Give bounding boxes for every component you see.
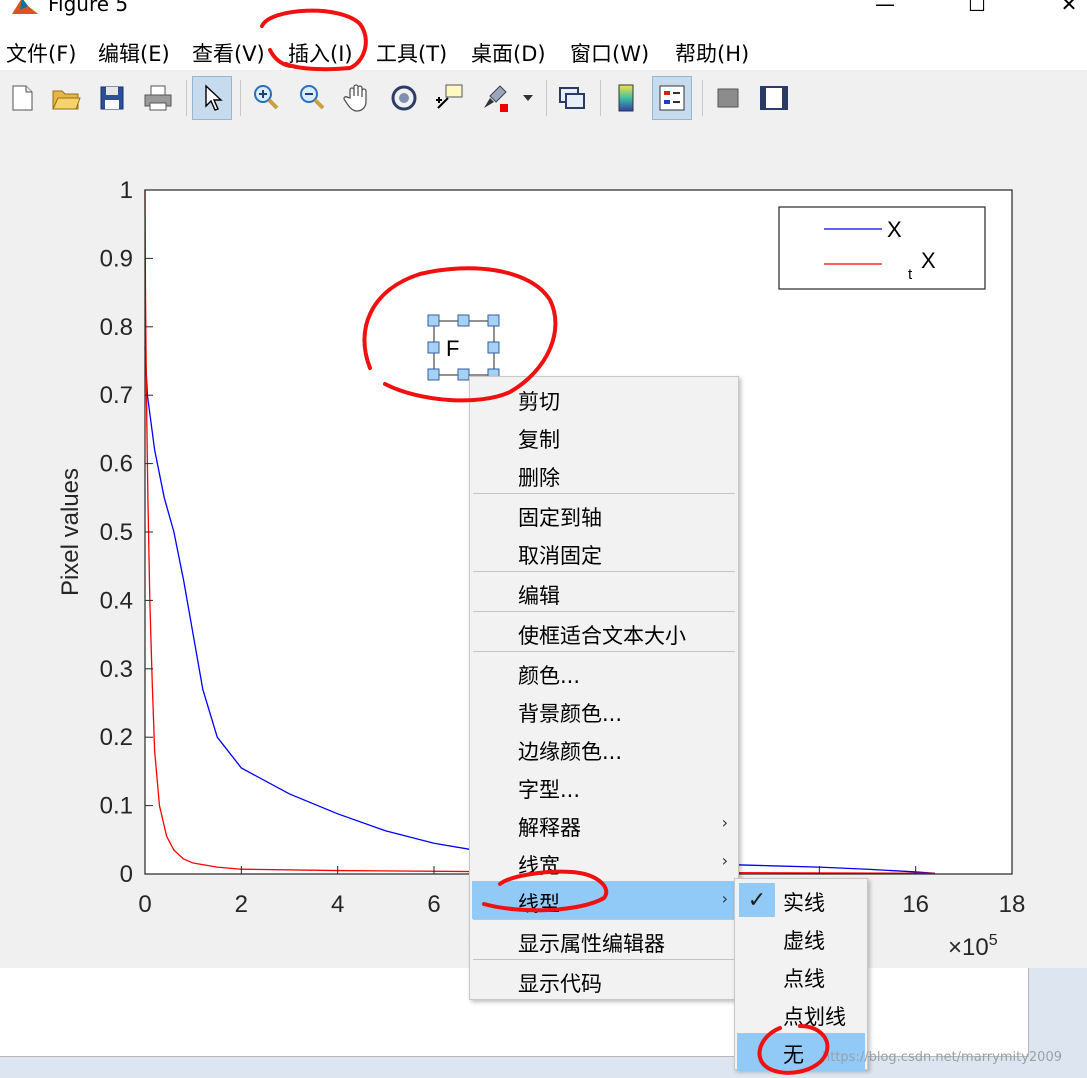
menu-item-interpreter[interactable]: 解释器 ›: [472, 805, 736, 843]
y-tick-label: 0.2: [100, 724, 133, 751]
menu-item-label: 取消固定: [518, 544, 602, 568]
x-tick-label: 18: [999, 891, 1026, 918]
y-tick-label: 0.6: [100, 451, 133, 478]
menu-item-label: 使框适合文本大小: [518, 624, 686, 648]
x-tick-label: 16: [902, 891, 929, 918]
menu-item-edge-color[interactable]: 边缘颜色...: [472, 729, 736, 767]
y-tick-label: 0: [120, 861, 133, 888]
submenu-item-label: 点线: [783, 967, 825, 991]
menu-item-edit[interactable]: 编辑: [472, 573, 736, 611]
legend[interactable]: X t X: [778, 206, 986, 290]
menu-item-label: 线型: [518, 892, 560, 916]
menu-item-label: 颜色...: [518, 664, 581, 688]
context-menu: 剪切 复制 删除 固定到轴 取消固定 编辑 使框适合文本大小 颜色... 背景颜…: [469, 376, 739, 1000]
menu-item-label: 字型...: [518, 778, 581, 802]
menu-item-unpin[interactable]: 取消固定: [472, 533, 736, 571]
handle-bottom-left[interactable]: [427, 368, 440, 381]
x-tick-label: 2: [235, 891, 248, 918]
menu-separator: [473, 959, 735, 960]
y-tick-label: 0.3: [100, 656, 133, 683]
menu-item-cut[interactable]: 剪切: [472, 379, 736, 417]
submenu-arrow-icon: ›: [721, 889, 728, 908]
menu-separator: [473, 571, 735, 572]
y-tick-label: 0.4: [100, 587, 133, 614]
menu-item-label: 边缘颜色...: [518, 740, 623, 764]
menu-item-show-code[interactable]: 显示代码: [472, 961, 736, 999]
submenu-item-label: 实线: [783, 891, 825, 915]
y-tick-label: 0.5: [100, 519, 133, 546]
menu-item-fit-box-to-text[interactable]: 使框适合文本大小: [472, 613, 736, 651]
handle-right[interactable]: [487, 341, 500, 354]
handle-top[interactable]: [457, 314, 470, 327]
menu-separator: [473, 611, 735, 612]
x-axis-multiplier-exponent: 5: [989, 932, 998, 949]
menu-item-font[interactable]: 字型...: [472, 767, 736, 805]
menu-item-label: 解释器: [518, 816, 581, 840]
menu-item-label: 剪切: [518, 390, 560, 414]
menu-item-pin-to-axes[interactable]: 固定到轴: [472, 495, 736, 533]
legend-box[interactable]: [778, 206, 986, 290]
menu-item-label: 删除: [518, 466, 560, 490]
menu-item-line-style[interactable]: 线型 ›: [472, 881, 736, 919]
menu-separator: [473, 493, 735, 494]
menu-item-label: 复制: [518, 428, 560, 452]
submenu-item-solid[interactable]: ✓ 实线: [737, 881, 865, 919]
submenu-item-label: 虚线: [783, 929, 825, 953]
handle-top-left[interactable]: [427, 314, 440, 327]
submenu-item-dotted[interactable]: 点线: [737, 957, 865, 995]
y-tick-label: 0.8: [100, 314, 133, 341]
y-tick-label: 0.9: [100, 245, 133, 272]
y-tick-label: 0.7: [100, 382, 133, 409]
menu-item-label: 固定到轴: [518, 506, 602, 530]
menu-separator: [473, 919, 735, 920]
handle-top-right[interactable]: [487, 314, 500, 327]
submenu-arrow-icon: ›: [721, 813, 728, 832]
submenu-item-label: 无: [783, 1043, 804, 1067]
menu-item-delete[interactable]: 删除: [472, 455, 736, 493]
x-tick-label: 0: [138, 891, 151, 918]
check-icon: ✓: [739, 883, 775, 917]
menu-item-label: 编辑: [518, 584, 560, 608]
handle-bottom[interactable]: [457, 368, 470, 381]
submenu-item-label: 点划线: [783, 1005, 846, 1029]
legend-label-xt: X: [921, 248, 936, 273]
menu-item-copy[interactable]: 复制: [472, 417, 736, 455]
x-tick-label: 4: [331, 891, 344, 918]
menu-item-line-width[interactable]: 线宽 ›: [472, 843, 736, 881]
watermark-text: https://blog.csdn.net/marrymity2009: [822, 1050, 1062, 1065]
handle-left[interactable]: [427, 341, 440, 354]
y-axis-label: Pixel values: [57, 468, 84, 596]
menu-item-label: 背景颜色...: [518, 702, 623, 726]
y-tick-label: 1: [120, 177, 133, 204]
menu-item-label: 显示代码: [518, 972, 602, 996]
annotation-text[interactable]: F: [446, 336, 459, 361]
menu-item-background-color[interactable]: 背景颜色...: [472, 691, 736, 729]
submenu-arrow-icon: ›: [721, 851, 728, 870]
x-axis-multiplier-base: ×10: [948, 934, 989, 961]
y-tick-label: 0.1: [100, 793, 133, 820]
menu-item-label: 显示属性编辑器: [518, 932, 665, 956]
menu-item-color[interactable]: 颜色...: [472, 653, 736, 691]
submenu-item-dashed[interactable]: 虚线: [737, 919, 865, 957]
x-tick-label: 6: [427, 891, 440, 918]
line-style-submenu: ✓ 实线 虚线 点线 点划线 无: [734, 878, 868, 1071]
menu-item-label: 线宽: [518, 854, 560, 878]
menu-separator: [473, 651, 735, 652]
x-axis-multiplier: ×105: [948, 932, 998, 961]
legend-label-x: X: [887, 217, 902, 242]
submenu-item-dash-dot[interactable]: 点划线: [737, 995, 865, 1033]
menu-item-show-property-editor[interactable]: 显示属性编辑器: [472, 921, 736, 959]
